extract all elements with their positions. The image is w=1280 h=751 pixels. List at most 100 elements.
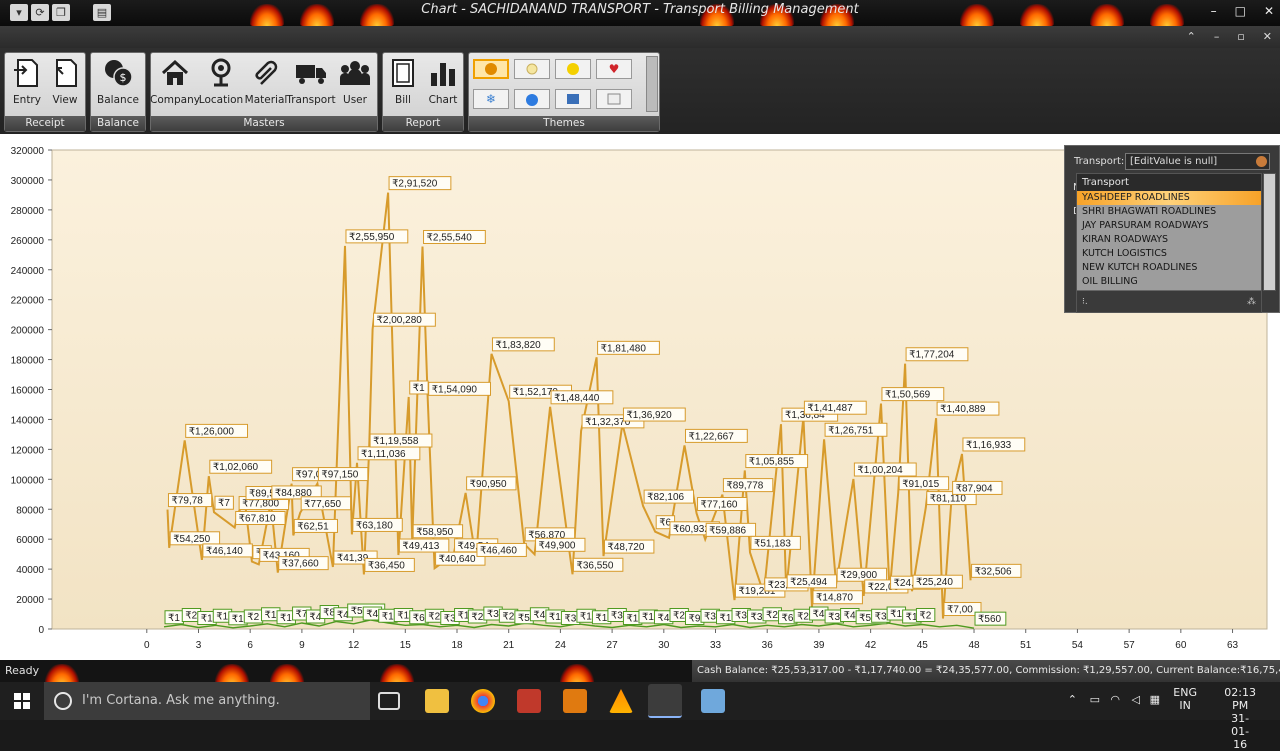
data-label: ₹14,870 xyxy=(816,593,853,604)
keyboard-icon[interactable]: ▦ xyxy=(1150,693,1160,706)
blue-apple-theme-icon[interactable] xyxy=(514,89,550,109)
volume-icon[interactable]: ◁ xyxy=(1132,693,1140,706)
themes-scrollbar[interactable] xyxy=(646,56,658,112)
file-explorer-icon[interactable] xyxy=(425,689,449,713)
sachidanand-app-icon[interactable] xyxy=(648,684,682,718)
app-blue-icon[interactable] xyxy=(701,689,725,713)
transport-button[interactable]: Transport xyxy=(286,57,336,113)
list-item[interactable]: KUTCH LOGISTICS xyxy=(1077,247,1261,261)
list-scrollbar[interactable] xyxy=(1263,173,1276,291)
data-label: ₹46,460 xyxy=(480,545,517,556)
yellow-circle-theme-icon[interactable] xyxy=(555,59,591,79)
clock[interactable]: 02:13 PM 31-01-16 xyxy=(1224,686,1256,751)
user-button[interactable]: User xyxy=(335,57,375,113)
entry-button[interactable]: Entry xyxy=(9,57,45,113)
battery-icon[interactable]: ▭ xyxy=(1090,693,1100,706)
home-icon xyxy=(161,57,189,89)
collapse-ribbon-button[interactable]: ⌃ xyxy=(1187,30,1196,43)
x-tick-label: 36 xyxy=(762,640,774,651)
dropdown-icon[interactable] xyxy=(1256,156,1267,167)
status-ready: Ready xyxy=(5,664,40,677)
company-button[interactable]: Company xyxy=(150,57,200,113)
bill-button[interactable]: Bill xyxy=(385,57,421,113)
data-label: ₹2 xyxy=(428,611,440,622)
data-label: ₹2 xyxy=(471,612,483,623)
data-label: ₹6 xyxy=(413,613,425,624)
snowflake-theme-icon[interactable]: ❄ xyxy=(473,89,509,109)
ribbon: Entry View Receipt $ Balance Balance Com… xyxy=(0,48,1280,134)
list-item[interactable]: SHRI BHAGWATI ROADLINES xyxy=(1077,205,1261,219)
balance-group: $ Balance Balance xyxy=(90,52,146,132)
cash-balance-text: Cash Balance: ₹25,53,317.00 - ₹1,17,740.… xyxy=(692,660,1280,682)
list-item[interactable]: KIRAN ROADWAYS xyxy=(1077,233,1261,247)
chart-button[interactable]: Chart xyxy=(425,57,461,113)
close-button[interactable]: ✕ xyxy=(1264,4,1274,18)
cortana-search-box[interactable]: I'm Cortana. Ask me anything. xyxy=(44,682,370,720)
data-label: ₹36,450 xyxy=(368,560,405,571)
media-player-icon[interactable] xyxy=(563,689,587,713)
resize-grip-icon[interactable]: ⁂ xyxy=(1247,297,1256,307)
data-label: ₹6 xyxy=(782,613,794,624)
data-label: ₹77,160 xyxy=(701,500,738,511)
taskbar: I'm Cortana. Ask me anything. ⌃ ▭ ◠ ◁ ▦ … xyxy=(0,682,1280,751)
location-button[interactable]: Location xyxy=(199,57,243,113)
group-label-receipt: Receipt xyxy=(5,116,85,131)
list-item[interactable]: YASHDEEP ROADLINES xyxy=(1077,191,1261,205)
wifi-icon[interactable]: ◠ xyxy=(1110,693,1120,706)
data-label: ₹1 xyxy=(232,614,244,625)
language-indicator[interactable]: ENG IN xyxy=(1173,686,1197,712)
masters-group: Company Location Material Transport User… xyxy=(150,52,378,132)
data-label: ₹1,16,933 xyxy=(966,440,1012,451)
data-label: ₹2 xyxy=(919,611,931,622)
data-label: ₹2 xyxy=(185,611,197,622)
child-minimize-button[interactable]: – xyxy=(1214,30,1220,43)
data-label: ₹2,91,520 xyxy=(392,179,438,190)
start-button[interactable] xyxy=(0,682,44,720)
chevron-up-icon[interactable]: ⌃ xyxy=(1068,693,1077,706)
data-label: ₹36,550 xyxy=(576,560,613,571)
data-label: ₹97,150 xyxy=(321,470,358,481)
maximize-button[interactable]: □ xyxy=(1235,4,1246,18)
list-item[interactable]: NEW KUTCH ROADLINES xyxy=(1077,261,1261,275)
vlc-icon[interactable] xyxy=(609,689,633,713)
y-tick-label: 240000 xyxy=(11,266,45,277)
material-button[interactable]: Material xyxy=(245,57,287,113)
grey-square-theme-icon[interactable] xyxy=(596,89,632,109)
clock-date: 31-01-16 xyxy=(1231,712,1250,751)
blue-square-theme-icon[interactable] xyxy=(555,89,591,109)
view-button[interactable]: View xyxy=(47,57,83,113)
chrome-icon[interactable] xyxy=(471,689,495,713)
region-text: IN xyxy=(1179,699,1191,712)
search-placeholder: I'm Cortana. Ask me anything. xyxy=(82,693,280,708)
y-tick-label: 100000 xyxy=(11,475,45,486)
data-label: ₹87,904 xyxy=(956,483,993,494)
data-label: ₹2,55,540 xyxy=(427,232,473,243)
transport-combobox[interactable]: [EditValue is null] xyxy=(1125,153,1270,170)
task-view-icon[interactable] xyxy=(378,692,400,710)
x-tick-label: 21 xyxy=(503,640,515,651)
y-tick-label: 300000 xyxy=(11,176,45,187)
data-label: ₹1 xyxy=(413,383,425,394)
list-item[interactable]: JAY PARSURAM ROADWAYS xyxy=(1077,219,1261,233)
orange-ball-theme-icon[interactable] xyxy=(473,59,509,79)
y-tick-label: 20000 xyxy=(16,595,44,606)
data-label: ₹1,19,558 xyxy=(373,436,419,447)
list-item[interactable]: OIL BILLING xyxy=(1077,275,1261,289)
data-label: ₹82,106 xyxy=(647,492,684,503)
data-label: ₹2 xyxy=(502,611,514,622)
data-label: ₹1,00,204 xyxy=(857,465,903,476)
windows-logo-icon xyxy=(14,693,30,709)
list-resize-footer[interactable]: ⁝. ⁂ xyxy=(1077,290,1261,312)
child-close-button[interactable]: ✕ xyxy=(1263,30,1272,43)
x-tick-label: 42 xyxy=(865,640,877,651)
heart-theme-icon[interactable]: ♥ xyxy=(596,59,632,79)
minimize-button[interactable]: – xyxy=(1211,4,1217,18)
data-label: ₹9 xyxy=(688,614,700,625)
y-tick-label: 200000 xyxy=(11,326,45,337)
sun-theme-icon[interactable] xyxy=(514,59,550,79)
data-label: ₹1 xyxy=(265,610,277,621)
y-tick-label: 320000 xyxy=(11,146,45,157)
balance-button[interactable]: $ Balance xyxy=(95,57,141,113)
child-restore-button[interactable]: ▫ xyxy=(1237,30,1244,43)
app-red-icon[interactable] xyxy=(517,689,541,713)
